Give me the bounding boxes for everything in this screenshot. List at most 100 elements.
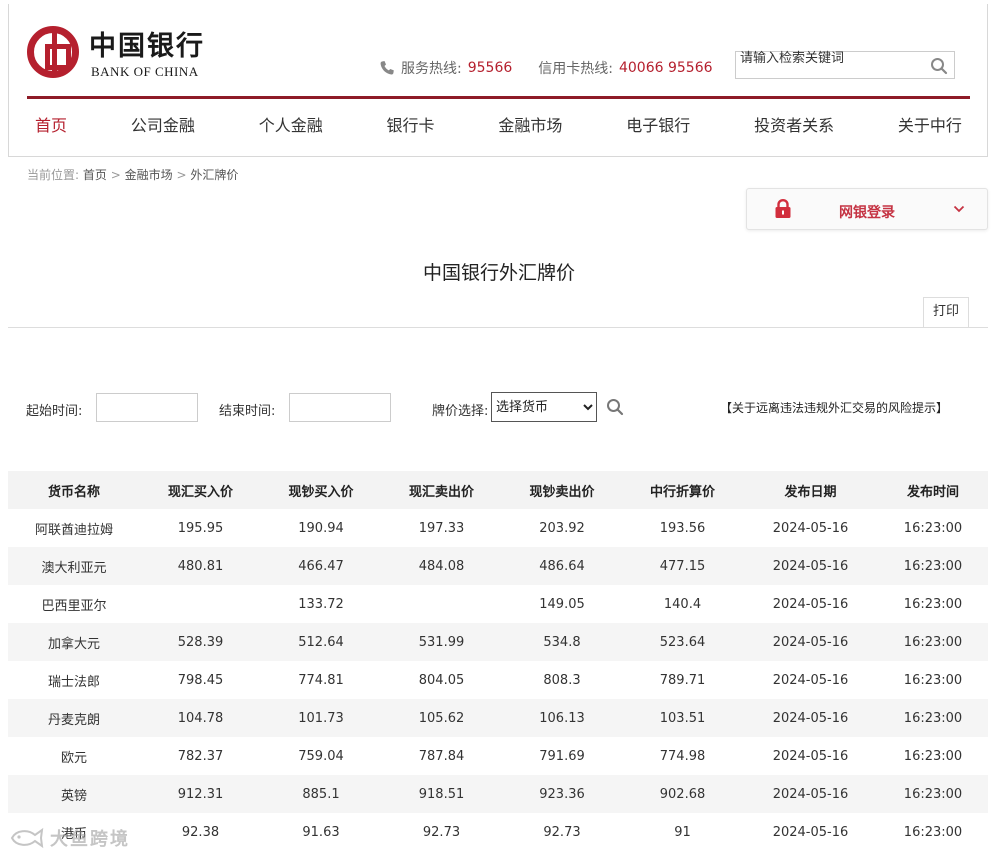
cell: 808.3 bbox=[543, 672, 581, 688]
watermark: 大鱼跨境 bbox=[8, 824, 130, 852]
nav-item-personal[interactable]: 个人金融 bbox=[251, 112, 331, 136]
cell: 巴西里亚尔 bbox=[41, 598, 107, 614]
title-divider bbox=[8, 327, 988, 328]
col-spot-sell: 现汇卖出价 bbox=[381, 471, 502, 509]
cell: 2024-05-16 bbox=[772, 748, 849, 764]
cell: 480.81 bbox=[140, 547, 261, 585]
cell: 477.15 bbox=[622, 547, 743, 585]
filter-bar: 起始时间: 结束时间: 牌价选择: 选择货币 【关于远离违法违规外汇交易的风险提… bbox=[26, 392, 986, 424]
table-row: 欧元 782.37 759.04 787.84 791.69 774.98 2024-05-… bbox=[8, 737, 988, 775]
main-nav: 首页 公司金融 个人金融 银行卡 金融市场 电子银行 投资者关系 关于中行 bbox=[27, 112, 970, 136]
cell: 133.72 bbox=[298, 596, 344, 612]
breadcrumb: 当前位置: 首页 > 金融市场 > 外汇牌价 bbox=[27, 166, 238, 183]
cell: 103.51 bbox=[622, 699, 743, 737]
cell: 2024-05-16 bbox=[743, 547, 878, 585]
cell: 欧元 bbox=[60, 750, 87, 766]
cell: 16:23:00 bbox=[878, 623, 988, 661]
cell: 203.92 bbox=[539, 520, 585, 536]
cell: 798.45 bbox=[177, 672, 224, 688]
cell bbox=[381, 585, 502, 623]
cell: 2024-05-16 bbox=[772, 596, 849, 612]
breadcrumb-current: 外汇牌价 bbox=[190, 168, 239, 182]
col-currency-name: 货币名称 bbox=[8, 471, 140, 509]
cell: 16:23:00 bbox=[903, 824, 963, 840]
print-button[interactable]: 打印 bbox=[923, 297, 969, 327]
cell: 774.81 bbox=[298, 672, 344, 688]
nav-item-corporate[interactable]: 公司金融 bbox=[123, 112, 203, 136]
cell: 193.56 bbox=[659, 520, 706, 536]
table-row: 阿联酋迪拉姆 195.95 190.94 197.33 203.92 193.56 2024… bbox=[8, 509, 988, 547]
cell: 丹麦克朗 bbox=[8, 699, 140, 737]
cell: 149.05 bbox=[539, 596, 585, 612]
site-search bbox=[735, 46, 955, 79]
search-icon[interactable] bbox=[930, 57, 948, 75]
cell: 787.84 bbox=[418, 748, 465, 764]
cell: 534.8 bbox=[502, 623, 622, 661]
table-row: 巴西里亚尔 133.72 149.05 140.4 2024-05-16 16:23:00 bbox=[8, 585, 988, 623]
phone-icon bbox=[380, 61, 394, 75]
currency-select[interactable]: 选择货币 bbox=[491, 392, 597, 422]
watermark-text: 大鱼跨境 bbox=[50, 829, 130, 850]
cell: 105.62 bbox=[381, 699, 502, 737]
nav-item-cards[interactable]: 银行卡 bbox=[379, 112, 443, 136]
cell: 466.47 bbox=[261, 547, 381, 585]
cell: 486.64 bbox=[502, 547, 622, 585]
cell: 瑞士法郎 bbox=[47, 674, 100, 690]
nav-item-home[interactable]: 首页 bbox=[27, 112, 75, 136]
col-publish-date: 发布日期 bbox=[743, 471, 878, 509]
site-header: 中国银行 BANK OF CHINA 服务热线: 95566 信用卡热线: 40… bbox=[8, 4, 988, 157]
cell: 195.95 bbox=[177, 520, 224, 536]
search-input[interactable] bbox=[736, 46, 922, 70]
end-time-label: 结束时间: bbox=[219, 404, 276, 419]
service-hotline-number: 95566 bbox=[467, 60, 513, 76]
filter-search-icon[interactable] bbox=[606, 398, 624, 416]
table-row: 英镑 912.31 885.1 918.51 923.36 902.68 2024-05-1… bbox=[8, 775, 988, 813]
start-time-input[interactable] bbox=[96, 393, 198, 422]
nav-item-about[interactable]: 关于中行 bbox=[890, 112, 970, 136]
nav-item-investors[interactable]: 投资者关系 bbox=[746, 112, 842, 136]
cell: 190.94 bbox=[298, 520, 344, 536]
cell: 阿联酋迪拉姆 bbox=[34, 522, 113, 538]
service-hotline-label: 服务热线: bbox=[401, 61, 462, 77]
table-row: 瑞士法郎 798.45 774.81 804.05 808.3 789.71 2024-05… bbox=[8, 661, 988, 699]
cell: 英镑 bbox=[8, 775, 140, 813]
cell: 789.71 bbox=[659, 672, 706, 688]
cell: 101.73 bbox=[261, 699, 381, 737]
cell: 16:23:00 bbox=[878, 775, 988, 813]
bank-logo[interactable]: 中国银行 BANK OF CHINA bbox=[27, 24, 227, 84]
breadcrumb-markets[interactable]: 金融市场 bbox=[125, 168, 173, 182]
cell: 16:23:00 bbox=[903, 748, 963, 764]
cell: 902.68 bbox=[622, 775, 743, 813]
risk-notice-link[interactable]: 【关于远离违法违规外汇交易的风险提示】 bbox=[720, 399, 948, 416]
cell: 804.05 bbox=[418, 672, 465, 688]
start-time-label: 起始时间: bbox=[26, 404, 83, 419]
nav-item-ebanking[interactable]: 电子银行 bbox=[618, 112, 698, 136]
logo-cn-text: 中国银行 bbox=[89, 31, 205, 62]
cell: 523.64 bbox=[622, 623, 743, 661]
cell: 2024-05-16 bbox=[772, 824, 849, 840]
cell: 140.4 bbox=[663, 596, 702, 612]
table-row: 澳大利亚元 480.81 466.47 484.08 486.64 477.15 2024-… bbox=[8, 547, 988, 585]
col-boc-rate: 中行折算价 bbox=[622, 471, 743, 509]
card-hotline-label: 信用卡热线: bbox=[538, 61, 613, 77]
cell: 2024-05-16 bbox=[743, 623, 878, 661]
nav-item-markets[interactable]: 金融市场 bbox=[490, 112, 570, 136]
breadcrumb-home[interactable]: 首页 bbox=[83, 168, 107, 182]
card-hotline-number: 40066 95566 bbox=[618, 60, 713, 76]
cell: 16:23:00 bbox=[903, 672, 963, 688]
table-row: 港币 92.38 91.63 92.73 92.73 91 2024-05-16 16:23:… bbox=[8, 813, 988, 851]
breadcrumb-sep: > bbox=[176, 168, 187, 182]
cell: 91 bbox=[674, 824, 691, 840]
cell: 16:23:00 bbox=[878, 699, 988, 737]
cell: 512.64 bbox=[261, 623, 381, 661]
cell: 16:23:00 bbox=[903, 596, 963, 612]
fish-logo-icon bbox=[10, 827, 44, 849]
end-time-input[interactable] bbox=[289, 393, 391, 422]
cell: 91.63 bbox=[302, 824, 340, 840]
cell: 774.98 bbox=[659, 748, 706, 764]
cell: 759.04 bbox=[298, 748, 344, 764]
cell: 16:23:00 bbox=[903, 520, 963, 536]
online-banking-login-button[interactable]: 网银登录 bbox=[746, 188, 988, 230]
cell: 531.99 bbox=[381, 623, 502, 661]
currency-select-label: 牌价选择: bbox=[432, 404, 489, 419]
